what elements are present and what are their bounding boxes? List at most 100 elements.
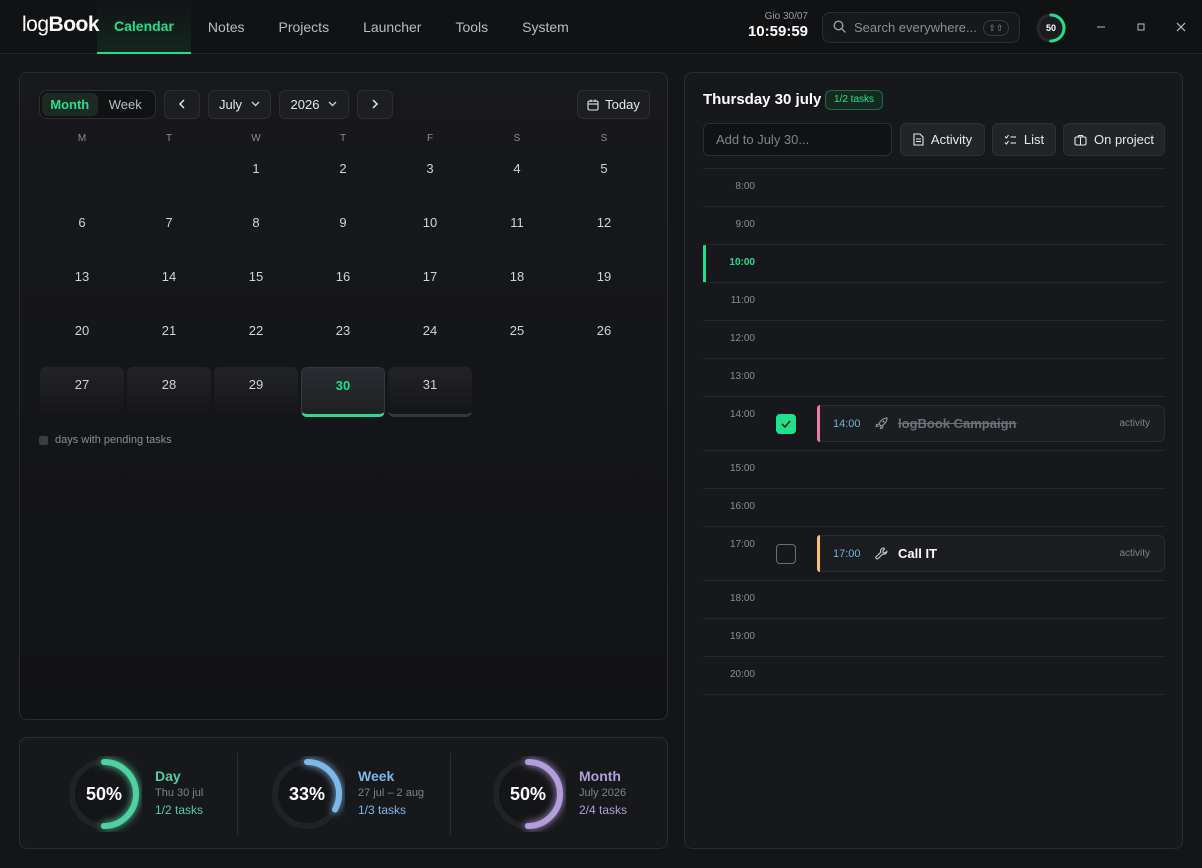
time-slot[interactable]: 16:00 xyxy=(703,488,1165,526)
stat-title: Day xyxy=(155,768,181,784)
calendar-panel: Month Week July 2026 Today MTWTFSS 12345… xyxy=(19,72,668,720)
calendar-day[interactable]: 6 xyxy=(40,205,124,255)
calendar-day[interactable]: 11 xyxy=(475,205,559,255)
divider xyxy=(450,753,451,835)
calendar-day[interactable]: 25 xyxy=(475,313,559,363)
calendar-day[interactable]: 8 xyxy=(214,205,298,255)
calendar-day[interactable]: 10 xyxy=(388,205,472,255)
time-slot[interactable]: 8:00 xyxy=(703,168,1165,206)
prev-month-button[interactable] xyxy=(164,90,200,119)
calendar-day[interactable]: 24 xyxy=(388,313,472,363)
view-week-button[interactable]: Week xyxy=(98,93,154,116)
today-button[interactable]: Today xyxy=(577,90,650,119)
weekday-label: F xyxy=(426,133,434,144)
calendar-day[interactable]: 3 xyxy=(388,151,472,201)
calendar-day-today[interactable]: 30 xyxy=(301,367,385,417)
calendar-day[interactable]: 4 xyxy=(475,151,559,201)
time-slot[interactable]: 13:00 xyxy=(703,358,1165,396)
day-task-badge: 1/2 tasks xyxy=(825,90,884,110)
maximize-button[interactable] xyxy=(1130,16,1152,38)
calendar-day[interactable]: 21 xyxy=(127,313,211,363)
calendar-day[interactable]: 12 xyxy=(562,205,646,255)
time-slot[interactable]: 12:00 xyxy=(703,320,1165,358)
time-slot[interactable]: 10:00 xyxy=(703,244,1165,283)
stat-count: 1/3 tasks xyxy=(358,803,407,817)
chevron-down-icon xyxy=(328,99,337,110)
top-bar: logBook Calendar Notes Projects Launcher… xyxy=(0,0,1202,54)
time-slot[interactable]: 15:00 xyxy=(703,450,1165,488)
calendar-day[interactable]: 22 xyxy=(214,313,298,363)
calendar-day[interactable]: 29 xyxy=(214,367,298,417)
calendar-day[interactable]: 23 xyxy=(301,313,385,363)
time-slot[interactable]: 18:00 xyxy=(703,580,1165,618)
time-slot[interactable]: 17:00 17:00 Call IT activity xyxy=(703,526,1165,580)
nav-projects[interactable]: Projects xyxy=(262,0,347,54)
calendar-day[interactable]: 31 xyxy=(388,367,472,417)
view-month-button[interactable]: Month xyxy=(42,93,98,116)
time-slot[interactable]: 14:00 14:00 logBook Campaign activity xyxy=(703,396,1165,450)
month-select[interactable]: July xyxy=(208,90,271,119)
stat-info: Month July 2026 2/4 tasks xyxy=(579,768,689,818)
calendar-day[interactable]: 17 xyxy=(388,259,472,309)
next-month-button[interactable] xyxy=(357,90,393,119)
calendar-day[interactable]: 1 xyxy=(214,151,298,201)
nav-launcher[interactable]: Launcher xyxy=(346,0,438,54)
calendar-day[interactable]: 15 xyxy=(214,259,298,309)
clock-date: Gio 30/07 xyxy=(764,11,808,22)
search-placeholder: Search everywhere... xyxy=(854,20,977,35)
daily-progress-ring[interactable]: 50 xyxy=(1035,12,1067,44)
weekday-label: S xyxy=(513,133,521,144)
add-activity-button[interactable]: Activity xyxy=(900,123,985,156)
nav-system[interactable]: System xyxy=(505,0,586,54)
stat-subtitle: 27 jul – 2 aug xyxy=(358,787,425,799)
search-box[interactable]: Search everywhere... ⇧⇧ xyxy=(822,12,1020,43)
nav-notes[interactable]: Notes xyxy=(191,0,262,54)
time-slot[interactable]: 19:00 xyxy=(703,618,1165,656)
time-slot[interactable]: 11:00 xyxy=(703,282,1165,320)
calendar-day[interactable]: 13 xyxy=(40,259,124,309)
calendar-day[interactable]: 16 xyxy=(301,259,385,309)
calendar-day[interactable]: 26 xyxy=(562,313,646,363)
time-slot-label: 9:00 xyxy=(735,219,755,230)
add-list-button[interactable]: List xyxy=(992,123,1056,156)
task-card[interactable]: 17:00 Call IT activity xyxy=(817,535,1165,572)
logo-bold-text: Book xyxy=(48,13,100,36)
task-type-tag: activity xyxy=(1119,548,1150,559)
task-checkbox[interactable] xyxy=(776,414,796,434)
add-activity-label: Activity xyxy=(930,132,973,147)
calendar-day[interactable]: 28 xyxy=(127,367,211,417)
time-slot-label: 19:00 xyxy=(729,631,755,642)
calendar-day[interactable]: 20 xyxy=(40,313,124,363)
time-slot[interactable]: 9:00 xyxy=(703,206,1165,244)
day-panel: Thursday 30 july 1/2 tasks Activity List… xyxy=(684,72,1183,849)
timeline-end xyxy=(703,694,1165,695)
add-task-input[interactable] xyxy=(703,123,892,156)
time-slot-label: 14:00 xyxy=(729,409,755,420)
search-shortcut: ⇧⇧ xyxy=(983,20,1009,36)
today-label: Today xyxy=(605,97,640,112)
calendar-day[interactable]: 7 xyxy=(127,205,211,255)
time-slot[interactable]: 20:00 xyxy=(703,656,1165,694)
add-on-project-label: On project xyxy=(1094,132,1154,147)
calendar-day[interactable]: 14 xyxy=(127,259,211,309)
nav-calendar[interactable]: Calendar xyxy=(97,0,191,54)
nav-tools[interactable]: Tools xyxy=(438,0,505,54)
close-button[interactable] xyxy=(1170,16,1192,38)
task-name: logBook Campaign xyxy=(898,416,1017,431)
task-checkbox[interactable] xyxy=(776,544,796,564)
calendar-day[interactable]: 18 xyxy=(475,259,559,309)
task-card[interactable]: 14:00 logBook Campaign activity xyxy=(817,405,1165,442)
calendar-day[interactable]: 19 xyxy=(562,259,646,309)
calendar-day[interactable]: 27 xyxy=(40,367,124,417)
weekday-label: W xyxy=(251,133,261,144)
calendar-day[interactable]: 5 xyxy=(562,151,646,201)
year-select[interactable]: 2026 xyxy=(279,90,349,119)
stat-info: Day Thu 30 jul 1/2 tasks xyxy=(155,768,265,818)
time-slot-label: 8:00 xyxy=(735,181,755,192)
calendar-day[interactable]: 9 xyxy=(301,205,385,255)
minimize-button[interactable] xyxy=(1090,16,1112,38)
add-on-project-button[interactable]: On project xyxy=(1063,123,1165,156)
checklist-icon xyxy=(1004,134,1017,146)
day-title: Thursday 30 july xyxy=(703,91,822,108)
calendar-day[interactable]: 2 xyxy=(301,151,385,201)
